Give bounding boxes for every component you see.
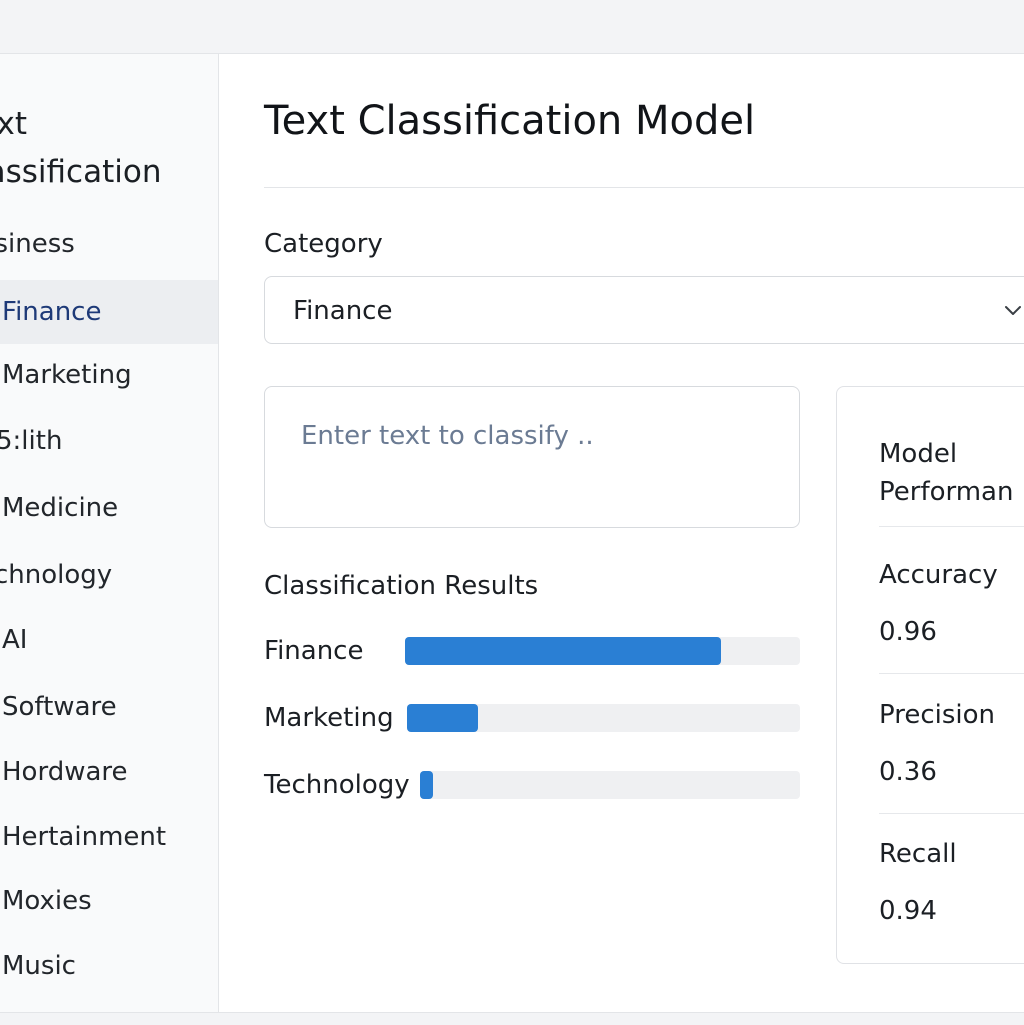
metric-divider	[879, 673, 1024, 674]
sidebar-item-label: Marketing	[2, 360, 132, 390]
sidebar-item-movies[interactable]: Moxies	[0, 869, 218, 933]
result-bar-fill	[407, 704, 478, 732]
category-select[interactable]: Finance	[264, 276, 1024, 344]
chevron-down-icon	[1005, 306, 1021, 315]
sidebar-item-label: Software	[2, 692, 117, 722]
metric-value-precision: 0.36	[879, 757, 937, 787]
sidebar-item-label: Hordware	[2, 757, 128, 787]
model-performance-card: Model Performan Accuracy 0.96 Precision …	[836, 386, 1024, 964]
sidebar-item-technology[interactable]: chnology	[0, 543, 218, 607]
sidebar-item-label: 5:lith	[0, 426, 63, 456]
result-label: Technology	[264, 770, 410, 800]
metric-divider	[879, 813, 1024, 814]
results-title: Classification Results	[264, 571, 539, 601]
performance-divider	[879, 526, 1024, 527]
classify-text-input[interactable]	[264, 386, 800, 528]
metric-value-recall: 0.94	[879, 896, 937, 926]
result-bar-fill	[420, 771, 434, 799]
metric-label-accuracy: Accuracy	[879, 560, 998, 590]
sidebar-item-hardware[interactable]: Hordware	[0, 740, 218, 804]
app-bottom-bar	[0, 1012, 1024, 1025]
sidebar-item-label: Finance	[2, 297, 102, 327]
sidebar-item-business[interactable]: usiness	[0, 212, 218, 276]
sidebar-item-medicine[interactable]: Medicine	[0, 476, 218, 540]
metric-label-precision: Precision	[879, 700, 996, 730]
app-top-bar	[0, 0, 1024, 54]
sidebar-item-label: AI	[2, 625, 28, 655]
sidebar-item-music[interactable]: Music	[0, 934, 218, 998]
metric-label-recall: Recall	[879, 839, 957, 869]
result-label: Finance	[264, 636, 364, 666]
sidebar-item-finance[interactable]: Finance	[0, 280, 218, 344]
result-bar-fill	[405, 637, 721, 665]
result-label: Marketing	[264, 703, 394, 733]
page-title: Text Classification Model	[264, 98, 756, 144]
performance-title: Model Performan	[879, 439, 1014, 507]
sidebar-item-software[interactable]: Software	[0, 675, 218, 739]
title-divider	[264, 187, 1024, 188]
category-sidebar: ext lassification usiness Finance Market…	[0, 54, 219, 1012]
metric-value-accuracy: 0.96	[879, 617, 937, 647]
sidebar-item-marketing[interactable]: Marketing	[0, 343, 218, 407]
sidebar-item-label: Hertainment	[2, 822, 167, 852]
sidebar-item-ai[interactable]: AI	[0, 608, 218, 672]
sidebar-item-entertainment[interactable]: Hertainment	[0, 805, 218, 869]
result-row-marketing: Marketing	[264, 698, 804, 738]
result-bar-track	[420, 771, 800, 799]
result-bar-track	[407, 704, 800, 732]
sidebar-item-label: Medicine	[2, 493, 119, 523]
category-label: Category	[264, 229, 383, 259]
sidebar-title: ext lassification	[0, 106, 162, 190]
category-selected-value: Finance	[293, 296, 393, 326]
result-bar-track	[405, 637, 800, 665]
result-row-finance: Finance	[264, 631, 804, 671]
sidebar-item-label: usiness	[0, 229, 75, 259]
sidebar-item-label: Music	[2, 951, 76, 981]
result-row-technology: Technology	[264, 765, 804, 805]
sidebar-item-health[interactable]: 5:lith	[0, 409, 218, 473]
sidebar-item-label: chnology	[0, 560, 113, 590]
sidebar-item-label: Moxies	[2, 886, 92, 916]
